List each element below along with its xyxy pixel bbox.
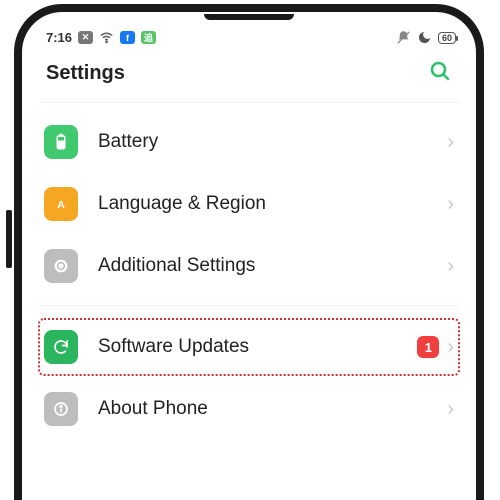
chevron-right-icon: › (447, 131, 454, 154)
mute-icon (396, 30, 411, 45)
chevron-right-icon: › (447, 193, 454, 216)
status-bar: 7:16 ✕ f 追 60 (22, 12, 476, 49)
item-label: Language & Region (98, 193, 447, 215)
settings-list: Battery › A Language & Region › Addition… (22, 103, 476, 440)
chevron-right-icon: › (447, 255, 454, 278)
additional-settings-icon (44, 249, 78, 283)
facebook-icon: f (120, 31, 135, 44)
item-label: Battery (98, 131, 447, 153)
section-divider (40, 305, 458, 306)
settings-item-additional[interactable]: Additional Settings › (22, 235, 476, 297)
close-notif-icon: ✕ (78, 31, 93, 44)
language-icon: A (44, 187, 78, 221)
search-button[interactable] (428, 59, 452, 88)
svg-text:A: A (57, 199, 65, 211)
settings-item-software-updates[interactable]: Software Updates 1 › (22, 316, 476, 378)
status-time: 7:16 (46, 30, 72, 45)
header: Settings (22, 49, 476, 102)
page-title: Settings (46, 62, 125, 85)
dnd-moon-icon (417, 30, 432, 45)
item-label: Additional Settings (98, 255, 447, 277)
wifi-icon (99, 30, 114, 45)
software-update-icon (44, 330, 78, 364)
battery-icon (44, 125, 78, 159)
settings-item-battery[interactable]: Battery › (22, 111, 476, 173)
phone-side-button (6, 210, 12, 268)
app-notif-icon: 追 (141, 31, 156, 44)
battery-indicator: 60 (438, 32, 456, 44)
settings-item-about-phone[interactable]: About Phone › (22, 378, 476, 440)
phone-frame: 7:16 ✕ f 追 60 Settings (14, 4, 484, 500)
update-badge: 1 (417, 336, 439, 358)
item-label: About Phone (98, 398, 447, 420)
chevron-right-icon: › (447, 336, 454, 359)
chevron-right-icon: › (447, 398, 454, 421)
item-label: Software Updates (98, 336, 417, 358)
about-phone-icon (44, 392, 78, 426)
settings-item-language[interactable]: A Language & Region › (22, 173, 476, 235)
